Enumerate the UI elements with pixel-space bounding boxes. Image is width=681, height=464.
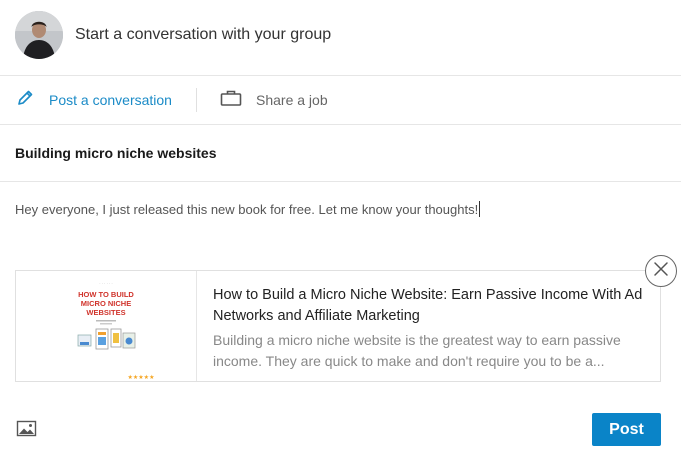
- link-preview-card[interactable]: · · · · · · HOW TO BUILD MICRO NICHE WEB…: [15, 270, 661, 382]
- book-title-line-1: HOW TO BUILD: [78, 290, 134, 299]
- briefcase-icon: [220, 88, 242, 113]
- preview-title[interactable]: How to Build a Micro Niche Website: Earn…: [213, 285, 643, 327]
- avatar: [15, 11, 63, 59]
- title-divider: [0, 181, 681, 182]
- close-icon: [653, 261, 669, 282]
- pencil-icon: [15, 88, 35, 113]
- text-caret: [479, 201, 481, 217]
- group-title[interactable]: Building micro niche websites: [15, 145, 216, 161]
- share-job-label: Share a job: [256, 92, 328, 108]
- actions-divider: [196, 88, 197, 112]
- svg-text:· · · · · ·: · · · · · ·: [99, 281, 113, 286]
- add-photo-button[interactable]: [16, 420, 38, 438]
- image-icon: [16, 420, 38, 442]
- book-cover-image: · · · · · · HOW TO BUILD MICRO NICHE WEB…: [77, 281, 155, 381]
- rating-stars: ★★★★★: [128, 374, 155, 381]
- share-job-button[interactable]: Share a job: [220, 76, 328, 124]
- message-text: Hey everyone, I just released this new b…: [15, 202, 479, 217]
- post-button[interactable]: Post: [592, 413, 661, 446]
- preview-thumbnail: · · · · · · HOW TO BUILD MICRO NICHE WEB…: [16, 271, 197, 381]
- composer-actions: Post a conversation Share a job: [0, 76, 681, 125]
- preview-description: Building a micro niche website is the gr…: [213, 332, 621, 369]
- avatar-image: [15, 11, 63, 59]
- book-title-line-2: MICRO NICHE: [81, 299, 131, 308]
- composer-prompt[interactable]: Start a conversation with your group: [75, 26, 331, 44]
- post-conversation-label: Post a conversation: [49, 92, 172, 108]
- book-title-line-3: WEBSITES: [86, 308, 125, 317]
- message-textarea[interactable]: Hey everyone, I just released this new b…: [15, 201, 481, 217]
- post-conversation-button[interactable]: Post a conversation: [15, 76, 172, 124]
- composer-header: Start a conversation with your group: [0, 0, 681, 76]
- remove-preview-button[interactable]: [645, 255, 677, 287]
